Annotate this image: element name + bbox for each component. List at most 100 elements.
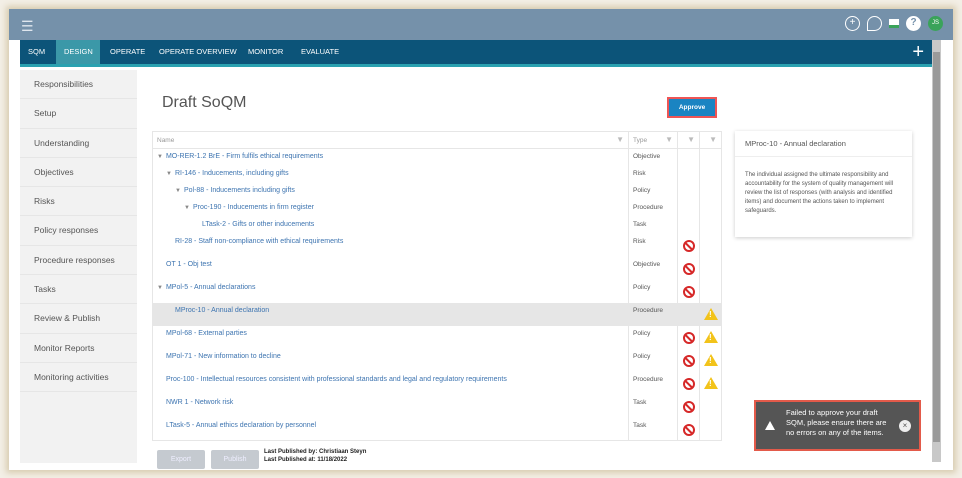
row-error-cell [677,394,700,418]
sidebar-item[interactable]: Understanding [20,129,137,158]
detail-title: MProc-10 - Annual declaration [735,131,912,157]
last-published-at: Last Published at: 11/18/2022 [264,457,348,463]
expand-caret-icon[interactable]: ▼ [166,171,172,177]
chat-icon[interactable] [889,19,899,28]
row-error-cell [677,348,700,372]
table-row[interactable]: MPol-68 - External parties Policy [152,325,722,349]
row-warning-cell [699,348,722,372]
error-icon [683,331,695,344]
table-row[interactable]: LTask-2 - Gifts or other inducements Tas… [152,216,722,234]
table-row[interactable]: LTask-5 - Annual ethics declaration by p… [152,417,722,441]
table-row[interactable]: ▼ MO-RER-1.2 BrE - Firm fulfils ethical r… [152,148,722,166]
row-type: Objective [628,256,678,280]
detail-panel: MProc-10 - Annual declaration The indivi… [735,131,912,237]
table-row[interactable]: NWR 1 - Network risk Task [152,394,722,418]
table-row[interactable]: MPol-71 - New information to decline Pol… [152,348,722,372]
row-name[interactable]: MPol-68 - External parties [152,325,629,349]
sidebar-item[interactable]: Setup [20,99,137,129]
error-icon [683,377,695,390]
warning-icon [704,353,718,366]
sidebar-item[interactable]: Risks [20,187,137,217]
row-name[interactable]: ▼ Pol-88 - Inducements including gifts [152,182,629,200]
row-warning-cell [699,216,722,234]
row-type: Procedure [628,302,678,326]
row-error-cell [677,417,700,441]
scrollbar[interactable] [932,40,941,462]
row-type: Risk [628,165,678,183]
search-icon[interactable] [867,16,882,31]
publish-button[interactable]: Publish [211,450,259,469]
row-name[interactable]: RI-28 - Staff non-compliance with ethica… [152,233,629,257]
table-row[interactable]: Proc-100 - Intellectual resources consis… [152,371,722,395]
row-error-cell [677,256,700,280]
column-name: Name ▼ [152,131,629,149]
row-name[interactable]: ▼ Proc-190 - Inducements in firm register [152,199,629,217]
row-warning-cell [699,165,722,183]
sidebar-item[interactable]: Tasks [20,275,137,305]
row-warning-cell [699,302,722,326]
row-name[interactable]: MPol-71 - New information to decline [152,348,629,372]
table-row[interactable]: ▼ MPol-5 - Annual declarations Policy [152,279,722,303]
expand-caret-icon[interactable]: ▼ [157,285,163,291]
column-type: Type ▼ [628,131,678,149]
row-type: Risk [628,233,678,257]
sidebar-item[interactable]: Policy responses [20,216,137,246]
row-error-cell [677,325,700,349]
filter-icon[interactable]: ▼ [616,135,624,144]
table-row[interactable]: ▼ RI-146 - Inducements, including gifts R… [152,165,722,183]
error-icon [683,400,695,413]
expand-caret-icon[interactable]: ▼ [157,154,163,160]
table-row[interactable]: ▼ Proc-190 - Inducements in firm register… [152,199,722,217]
table-row[interactable]: RI-28 - Staff non-compliance with ethica… [152,233,722,257]
row-name[interactable]: NWR 1 - Network risk [152,394,629,418]
tab-design[interactable]: DESIGN [56,40,100,64]
row-name[interactable]: MProc-10 - Annual declaration [152,302,629,326]
table-row[interactable]: MProc-10 - Annual declaration Procedure [152,302,722,326]
table-row[interactable]: OT 1 - Obj test Objective [152,256,722,280]
error-icon [683,262,695,275]
tab-evaluate[interactable]: EVALUATE [293,40,347,64]
row-name[interactable]: Proc-100 - Intellectual resources consis… [152,371,629,395]
row-name[interactable]: LTask-2 - Gifts or other inducements [152,216,629,234]
row-warning-cell [699,233,722,257]
sidebar-item[interactable]: Objectives [20,158,137,188]
sidebar-item[interactable]: Monitor Reports [20,334,137,363]
row-error-cell [677,199,700,217]
help-icon[interactable]: ? [906,16,921,31]
sidebar-item[interactable]: Review & Publish [20,304,137,334]
sidebar-item[interactable]: Responsibilities [20,70,137,100]
row-error-cell [677,182,700,200]
row-name[interactable]: ▼ MPol-5 - Annual declarations [152,279,629,303]
filter-icon[interactable]: ▼ [665,135,673,144]
error-icon [683,239,695,252]
warning-icon [704,330,718,343]
row-name[interactable]: OT 1 - Obj test [152,256,629,280]
row-name[interactable]: LTask-5 - Annual ethics declaration by p… [152,417,629,441]
sidebar-item[interactable]: Procedure responses [20,246,137,276]
app-window: ☰ + ? JS SQM DESIGN OPERATE OPERATE OVER… [9,9,953,470]
add-icon[interactable]: + [845,16,860,31]
filter-icon[interactable]: ▼ [687,135,695,144]
export-button[interactable]: Export [157,450,205,469]
tab-operate[interactable]: OPERATE [102,40,153,64]
add-button[interactable]: + [912,40,924,64]
filter-icon[interactable]: ▼ [709,135,717,144]
tab-sqm[interactable]: SQM [20,40,53,64]
error-icon [683,423,695,436]
tab-monitor[interactable]: MONITOR [240,40,291,64]
table-row[interactable]: ▼ Pol-88 - Inducements including gifts Po… [152,182,722,200]
expand-caret-icon[interactable]: ▼ [175,188,181,194]
hamburger-icon[interactable]: ☰ [21,18,34,35]
detail-description: The individual assigned the ultimate res… [745,172,894,214]
expand-caret-icon[interactable]: ▼ [184,205,190,211]
sidebar-item[interactable]: Monitoring activities [20,363,137,393]
row-warning-cell [699,417,722,441]
tab-operate-overview[interactable]: OPERATE OVERVIEW [151,40,245,64]
avatar[interactable]: JS [928,16,943,31]
approve-button[interactable]: Approve [667,97,717,118]
row-name[interactable]: ▼ RI-146 - Inducements, including gifts [152,165,629,183]
row-name[interactable]: ▼ MO-RER-1.2 BrE - Firm fulfils ethical r… [152,148,629,166]
row-type: Procedure [628,371,678,395]
close-toast-button[interactable]: × [899,420,911,432]
publish-info: Last Published by: Christiaan Steyn Last… [264,448,366,464]
